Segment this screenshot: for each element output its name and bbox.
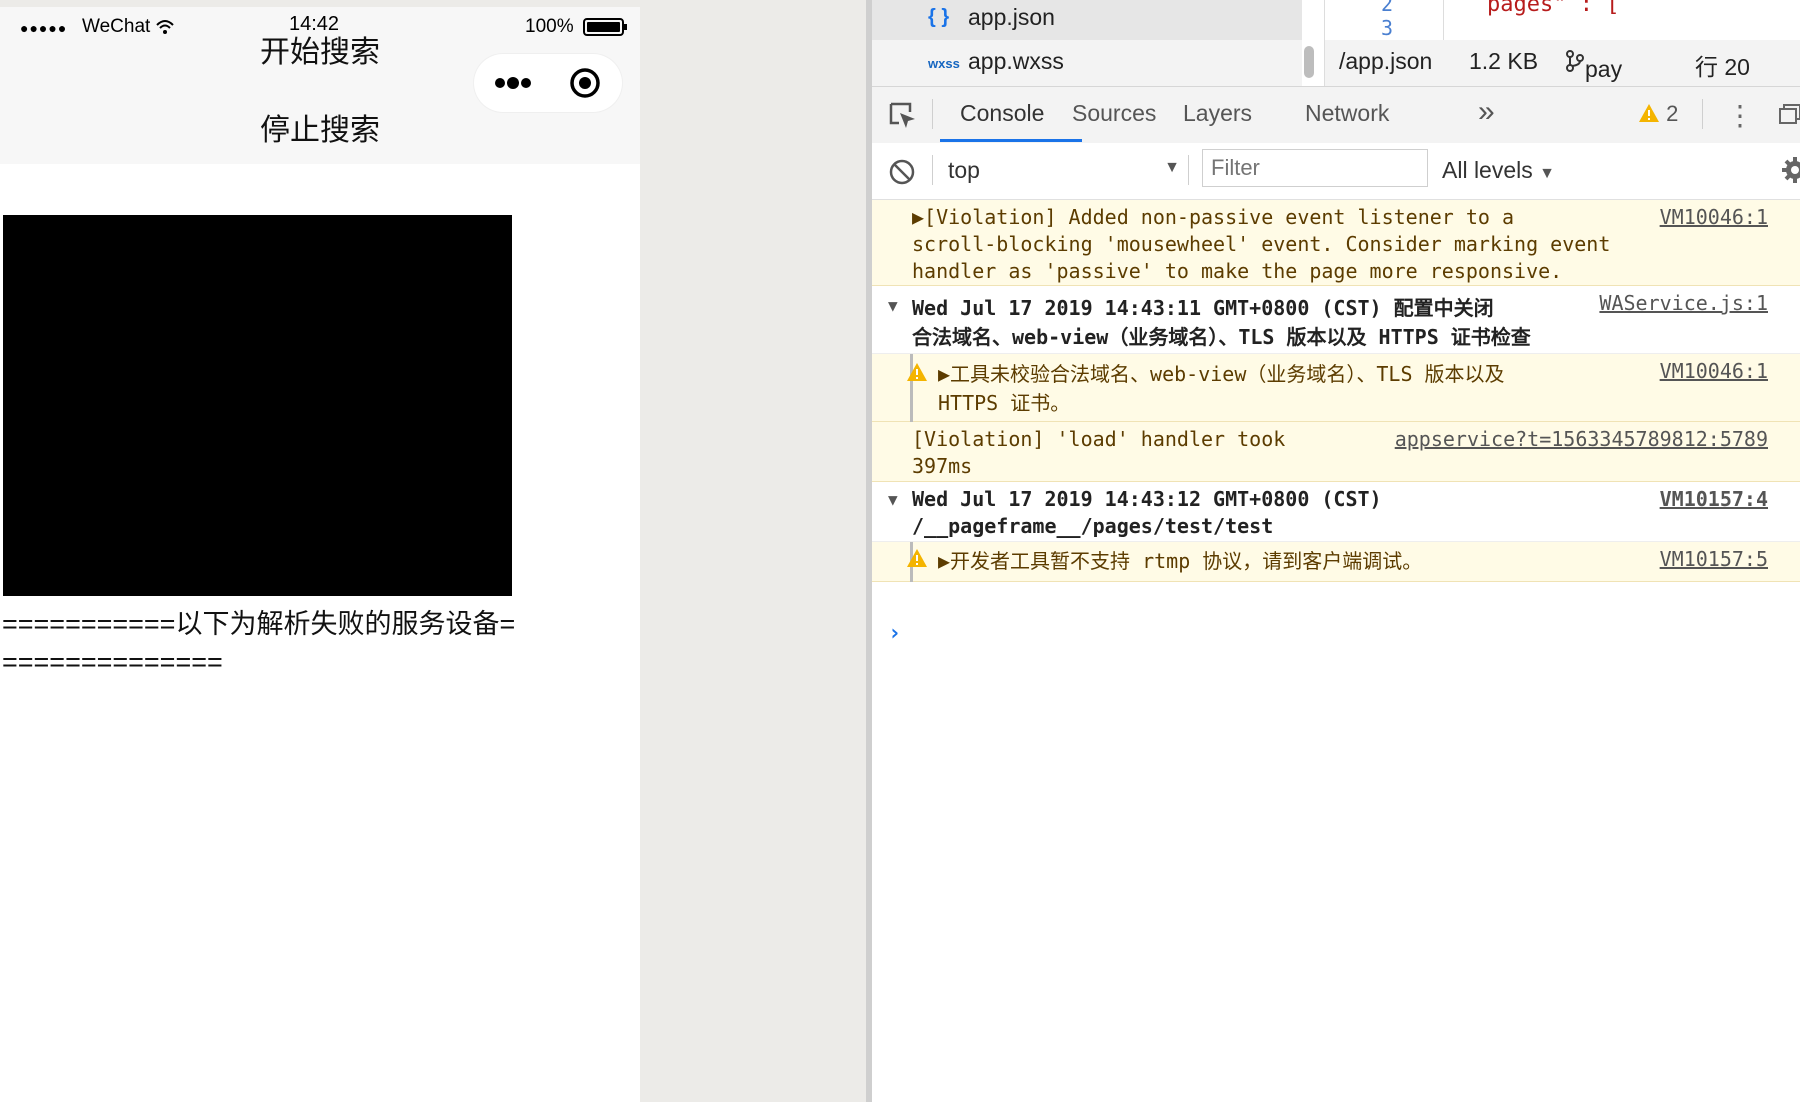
console-filter-bar: top ▼ All levels ▼ — [872, 143, 1800, 200]
inspect-element-icon[interactable] — [888, 101, 918, 131]
context-selector[interactable]: top ▼ — [948, 157, 1180, 184]
capsule-menu — [474, 54, 622, 112]
console-group-header[interactable]: ▼ Wed Jul 17 2019 14:43:12 GMT+0800 (CST… — [872, 482, 1800, 542]
simulator-phone: ●●●●● WeChat 14:42 100% 开始搜索 停止搜索 ======… — [0, 7, 640, 1102]
warning-icon — [1639, 104, 1659, 122]
file-path: /app.json — [1339, 48, 1433, 74]
console-prompt[interactable]: › — [888, 620, 901, 647]
context-value: top — [948, 157, 980, 183]
devtools-tab-bar: Console Sources Layers Network » 2 ⋮ — [872, 86, 1800, 144]
collapse-triangle-icon[interactable]: ▼ — [888, 486, 898, 513]
fail-devices-text: ===========以下为解析失败的服务设备=============== — [2, 609, 516, 677]
collapse-triangle-icon[interactable]: ▼ — [888, 292, 898, 319]
warning-count-badge[interactable]: 2 — [1638, 101, 1678, 127]
divider — [932, 99, 933, 129]
live-player[interactable] — [3, 215, 512, 596]
file-item-app-wxss[interactable]: wxss app.wxss — [872, 44, 1302, 84]
menu-kebab-icon[interactable]: ⋮ — [1726, 99, 1754, 132]
file-status-bar: /app.json 1.2 KB pay 行 20 — [1324, 40, 1800, 86]
devtools-panel: { } app.json wxss app.wxss 2 3 pages" : … — [866, 0, 1800, 1102]
message-text: ▶开发者工具暂不支持 rtmp 协议，请到客户端调试。 — [938, 549, 1423, 573]
active-tab-indicator — [940, 139, 1082, 142]
file-list: { } app.json wxss app.wxss — [872, 0, 1302, 86]
levels-label: All levels — [1442, 157, 1533, 183]
tab-console[interactable]: Console — [960, 100, 1044, 127]
divider — [932, 155, 933, 185]
more-tabs-button[interactable]: » — [1478, 95, 1495, 129]
wxss-file-icon: wxss — [928, 56, 960, 71]
warning-icon — [907, 363, 927, 381]
file-list-scrollbar[interactable] — [1304, 46, 1314, 78]
message-text: ▶[Violation] Added non-passive event lis… — [912, 205, 1611, 283]
gutter-divider — [1443, 0, 1444, 40]
tab-sources[interactable]: Sources — [1072, 100, 1156, 127]
divider — [1188, 155, 1189, 185]
record-icon[interactable] — [568, 66, 602, 100]
message-source-link[interactable]: VM10157:4 — [1660, 486, 1768, 513]
code-editor[interactable]: 2 3 pages" : [ — [1324, 0, 1800, 40]
console-message[interactable]: [Violation] 'load' handler took 397ms ap… — [872, 422, 1800, 482]
message-text: Wed Jul 17 2019 14:43:11 GMT+0800 (CST) … — [912, 296, 1531, 349]
navigation-bar: ●●●●● WeChat 14:42 100% 开始搜索 停止搜索 — [0, 7, 640, 164]
warning-count: 2 — [1666, 101, 1679, 126]
filter-input[interactable] — [1202, 149, 1428, 187]
message-text: Wed Jul 17 2019 14:43:12 GMT+0800 (CST) … — [912, 487, 1382, 538]
file-item-app-json[interactable]: { } app.json — [872, 0, 1302, 40]
message-text: [Violation] 'load' handler took 397ms — [912, 427, 1286, 478]
line-number: 3 — [1381, 16, 1394, 40]
message-source-link[interactable]: VM10157:5 — [1660, 546, 1768, 573]
console-message[interactable]: ▶[Violation] Added non-passive event lis… — [872, 200, 1800, 286]
message-source-link[interactable]: WAService.js:1 — [1599, 290, 1768, 317]
branch-name: pay — [1585, 56, 1623, 82]
warning-icon — [907, 549, 927, 567]
file-name: app.json — [968, 4, 1055, 30]
line-indicator: 行 20 — [1695, 54, 1750, 80]
dropdown-arrow-icon: ▼ — [1164, 159, 1180, 176]
file-size: 1.2 KB — [1469, 48, 1539, 74]
line-number: 2 — [1381, 0, 1394, 16]
log-levels-dropdown[interactable]: All levels ▼ — [1442, 157, 1555, 184]
divider — [1702, 99, 1703, 129]
message-source-link[interactable]: VM10046:1 — [1660, 204, 1768, 231]
more-icon[interactable] — [492, 68, 534, 98]
message-source-link[interactable]: appservice?t=1563345789812:5789 — [1395, 426, 1768, 453]
file-name: app.wxss — [968, 48, 1064, 74]
json-file-icon: { } — [928, 6, 950, 28]
code-text: pages" : [ — [1487, 0, 1620, 17]
tab-layers[interactable]: Layers — [1183, 100, 1252, 127]
branch-indicator[interactable]: pay — [1565, 48, 1622, 82]
console-output: ▶[Violation] Added non-passive event lis… — [872, 200, 1800, 646]
console-warning[interactable]: ▶开发者工具暂不支持 rtmp 协议，请到客户端调试。 VM10157:5 — [872, 542, 1800, 582]
branch-icon — [1566, 50, 1584, 72]
clear-console-icon[interactable] — [888, 158, 916, 186]
message-text: ▶工具未校验合法域名、web-view（业务域名）、TLS 版本以及 HTTPS… — [938, 362, 1505, 415]
console-group-header[interactable]: ▼ Wed Jul 17 2019 14:43:11 GMT+0800 (CST… — [872, 286, 1800, 354]
dock-side-icon[interactable] — [1778, 103, 1800, 127]
gear-icon[interactable] — [1780, 155, 1800, 185]
message-source-link[interactable]: VM10046:1 — [1660, 358, 1768, 385]
tab-network[interactable]: Network — [1305, 100, 1389, 127]
console-warning[interactable]: ▶工具未校验合法域名、web-view（业务域名）、TLS 版本以及 HTTPS… — [872, 354, 1800, 422]
dropdown-arrow-icon: ▼ — [1539, 165, 1555, 182]
